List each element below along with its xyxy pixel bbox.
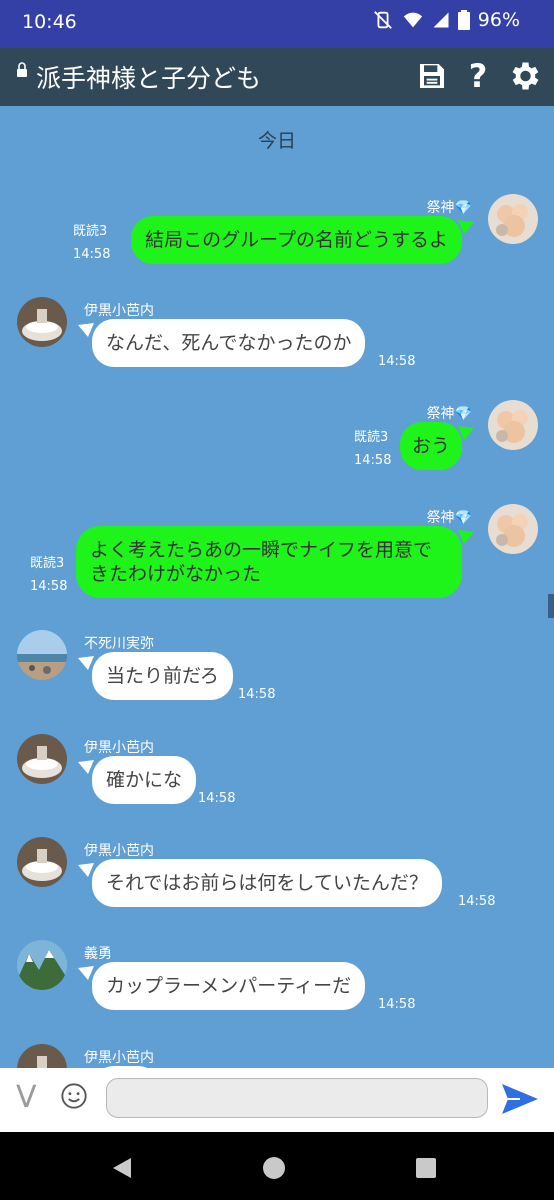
smiley-icon[interactable] — [60, 1082, 88, 1110]
message-input[interactable] — [106, 1078, 488, 1118]
home-icon[interactable] — [263, 1157, 285, 1179]
avatar-shinazugawa[interactable] — [17, 630, 67, 680]
status-icons: 96% — [372, 9, 520, 31]
sender-name: 伊黒小芭内 — [84, 740, 154, 756]
avatar-iguro[interactable] — [17, 837, 67, 887]
message-time: 14:58 — [238, 687, 276, 702]
bubble-tail — [458, 530, 474, 544]
bubble-tail — [458, 426, 474, 440]
v-button[interactable]: V — [16, 1080, 37, 1115]
avatar-saishin[interactable] — [488, 194, 538, 244]
avatar-iguro[interactable] — [17, 1044, 67, 1068]
save-icon — [420, 64, 444, 88]
bubble-tail — [78, 323, 94, 337]
group-title: 派手神様と子分ども — [36, 64, 262, 93]
avatar-giyu[interactable] — [17, 940, 67, 990]
avatar-saishin[interactable] — [488, 504, 538, 554]
message-time: 14:58 — [30, 579, 68, 594]
message-bubble[interactable]: カップラーメンパーティーだ — [92, 962, 366, 1010]
message-bubble[interactable]: おう — [399, 422, 462, 470]
chat-area[interactable]: 今日 祭神💎 結局このグループの名前どうするよ 既読3 14:58 伊黒小芭内 … — [0, 106, 554, 1068]
send-icon[interactable] — [500, 1082, 540, 1116]
sender-name: 伊黒小芭内 — [84, 303, 154, 319]
app-bar: 派手神様と子分ども ? — [0, 48, 554, 106]
message-time: 14:58 — [378, 354, 416, 369]
message-time: 14:58 — [198, 791, 236, 806]
bubble-tail — [78, 760, 94, 774]
battery-percent: 96% — [477, 9, 520, 31]
message-bubble[interactable]: 結局このグループの名前どうするよ — [131, 216, 462, 264]
sender-name: 義勇 — [84, 946, 112, 962]
message-composer: V — [0, 1068, 554, 1132]
save-button[interactable] — [412, 56, 452, 96]
bubble-tail — [78, 966, 94, 980]
read-receipt: 既読3 — [30, 556, 65, 571]
battery-icon — [457, 10, 470, 30]
bubble-tail — [78, 656, 94, 670]
message-time: 14:58 — [458, 894, 496, 909]
sender-name: 祭神💎 — [426, 406, 472, 422]
help-icon: ? — [468, 57, 488, 95]
message-bubble[interactable]: よく考えたらあの一瞬でナイフを用意できたわけがなかった — [76, 526, 462, 598]
wifi-icon — [403, 12, 422, 28]
avatar-iguro[interactable] — [17, 297, 67, 347]
sender-name: 祭神💎 — [426, 510, 472, 526]
bubble-tail — [78, 863, 94, 877]
system-nav-bar — [0, 1132, 554, 1200]
mute-vibrate-icon — [373, 11, 392, 29]
back-icon[interactable] — [111, 1157, 133, 1179]
date-separator: 今日 — [257, 130, 296, 152]
status-bar: 10:46 96% — [0, 0, 554, 48]
help-button[interactable]: ? — [458, 56, 498, 96]
scrollbar-thumb[interactable] — [548, 594, 554, 618]
avatar-saishin[interactable] — [488, 400, 538, 450]
signal-icon — [433, 12, 449, 28]
message-bubble[interactable]: なんだ、死んでなかったのか — [92, 319, 366, 367]
sender-name: 不死川実弥 — [84, 636, 154, 652]
message-time: 14:58 — [378, 997, 416, 1012]
message-bubble[interactable]: それではお前らは何をしていたんだ？ — [92, 859, 442, 907]
sender-name: 伊黒小芭内 — [84, 1050, 154, 1066]
gear-icon — [512, 62, 539, 90]
settings-button[interactable] — [504, 56, 544, 96]
message-time: 14:58 — [73, 247, 111, 262]
avatar-iguro[interactable] — [17, 734, 67, 784]
message-bubble[interactable]: 当たり前だろ — [92, 652, 233, 700]
bubble-tail — [458, 220, 474, 234]
read-receipt: 既読3 — [354, 430, 389, 445]
message-bubble[interactable]: 確かにな — [92, 756, 197, 804]
sender-name: 祭神💎 — [426, 200, 472, 216]
lock-icon — [17, 62, 27, 77]
recents-icon[interactable] — [416, 1158, 436, 1178]
sender-name: 伊黒小芭内 — [84, 843, 154, 859]
status-time: 10:46 — [22, 11, 77, 33]
read-receipt: 既読3 — [73, 224, 108, 239]
message-time: 14:58 — [354, 453, 392, 468]
